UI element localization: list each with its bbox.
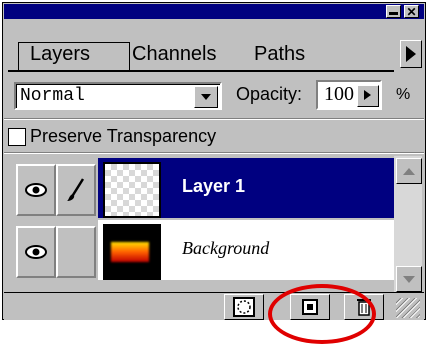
opacity-value: 100 — [324, 83, 354, 105]
layer-thumbnail — [103, 162, 161, 218]
preserve-transparency-row[interactable]: Preserve Transparency — [8, 126, 216, 147]
add-mask-button[interactable] — [224, 294, 264, 320]
tab-channels[interactable]: Channels — [132, 42, 217, 68]
minimize-icon — [389, 12, 398, 15]
layer-link-toggle[interactable] — [56, 164, 96, 216]
layer-link-toggle[interactable] — [56, 226, 96, 278]
opacity-unit: % — [396, 86, 411, 103]
brush-icon — [67, 178, 85, 201]
opacity-label: Opacity: — [236, 84, 303, 104]
layer-row-background[interactable]: Background — [8, 220, 394, 280]
scroll-down-button[interactable] — [396, 266, 422, 292]
layer-row-layer-1[interactable]: Layer 1 — [8, 158, 394, 218]
layer-thumbnail — [103, 224, 161, 280]
tab-paths[interactable]: Paths — [254, 42, 305, 68]
tab-divider — [8, 70, 394, 72]
triangle-right-icon — [364, 90, 371, 100]
blend-mode-value: Normal — [20, 86, 85, 106]
panel-menu-arrow-icon — [406, 46, 416, 62]
blend-mode-dropdown-button[interactable] — [194, 86, 218, 108]
close-icon: ✕ — [406, 4, 417, 19]
eye-icon — [25, 245, 47, 259]
layer-visibility-toggle[interactable] — [16, 226, 56, 278]
minimize-button[interactable] — [386, 5, 401, 18]
preserve-transparency-label: Preserve Transparency — [30, 126, 217, 146]
mask-icon — [233, 297, 255, 317]
divider — [4, 152, 424, 154]
palette-menu-button[interactable] — [400, 40, 422, 68]
highlight-circle-annotation — [268, 284, 376, 344]
scroll-down-icon — [403, 275, 415, 283]
eye-icon — [25, 183, 47, 197]
close-button[interactable]: ✕ — [404, 5, 419, 18]
layer-list: Layer 1 Background — [8, 156, 394, 280]
layer-name: Layer 1 — [182, 176, 246, 196]
blend-mode-select[interactable]: Normal — [14, 82, 222, 110]
layer-visibility-toggle[interactable] — [16, 164, 56, 216]
opacity-slider-button[interactable] — [357, 85, 379, 107]
tab-layers-label: Layers — [30, 43, 91, 65]
divider — [4, 118, 424, 120]
palette-titlebar[interactable] — [4, 4, 424, 19]
scroll-up-button[interactable] — [396, 158, 422, 184]
resize-grip[interactable] — [396, 298, 420, 318]
scroll-up-icon — [403, 167, 415, 175]
chevron-down-icon — [201, 94, 211, 100]
layer-name: Background — [182, 238, 270, 258]
layer-list-scrollbar[interactable] — [394, 156, 422, 292]
preserve-transparency-checkbox[interactable] — [8, 127, 26, 146]
opacity-field[interactable]: 100 — [316, 80, 382, 110]
